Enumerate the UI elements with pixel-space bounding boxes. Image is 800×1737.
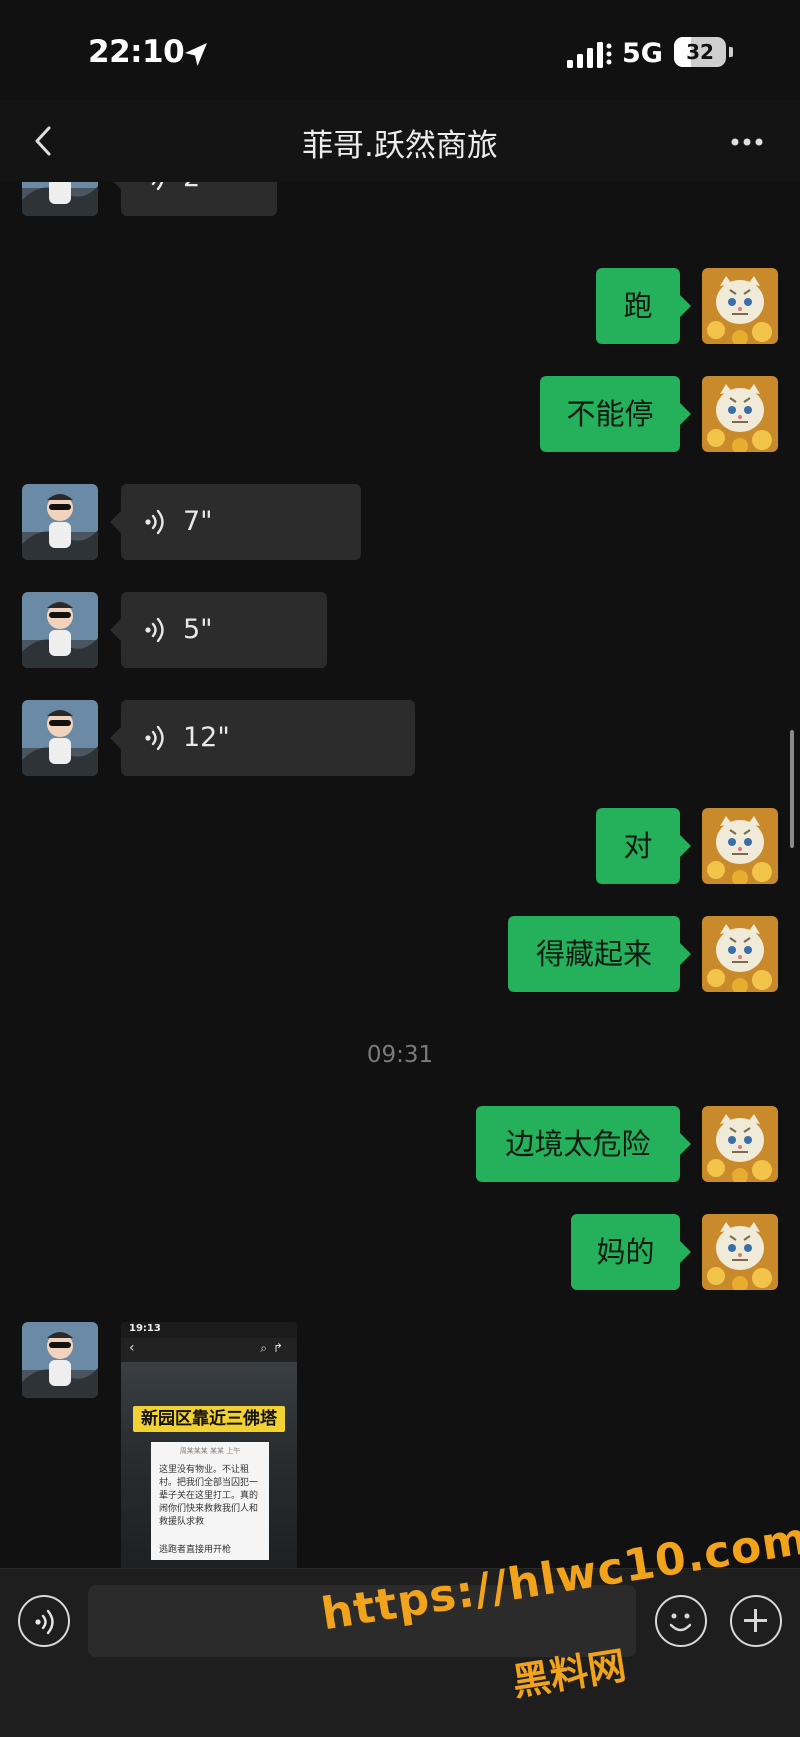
image-headline: 新园区靠近三佛塔 [133, 1406, 285, 1432]
more-options-button[interactable] [722, 120, 772, 164]
voice-icon [33, 1608, 59, 1636]
contact-avatar[interactable] [22, 484, 98, 560]
network-type: 5G [622, 38, 663, 69]
my-avatar[interactable] [702, 916, 778, 992]
image-nav-icons: ⌕↱ [260, 1341, 289, 1355]
message-list[interactable]: 2" 跑 不能停 7" 5" 12" 对 得藏起来 09:31 边境太危险 [0, 182, 800, 1568]
text-message[interactable]: 不能停 [540, 376, 691, 452]
contact-avatar[interactable] [22, 1322, 98, 1398]
battery-cap [729, 47, 733, 57]
contact-avatar[interactable] [22, 182, 98, 216]
voice-message[interactable]: 5" [110, 592, 327, 668]
location-arrow-icon [185, 43, 207, 66]
my-avatar[interactable] [702, 808, 778, 884]
message-text: 对 [623, 829, 653, 863]
status-bar: 22:10 5G 32 [0, 0, 800, 100]
voice-duration: 5" [183, 614, 213, 645]
text-message[interactable]: 妈的 [571, 1214, 691, 1290]
voice-wave-icon [143, 616, 169, 644]
image-card-footer: 逃跑者直接用开枪 [159, 1545, 232, 1555]
image-card-meta: 周某某某 某某 上午 [179, 1447, 241, 1455]
plus-button[interactable] [730, 1595, 782, 1647]
message-text: 不能停 [566, 397, 654, 431]
chat-title: 菲哥.跃然商旅 [302, 128, 498, 164]
message-text: 边境太危险 [505, 1127, 651, 1161]
scrollbar[interactable] [790, 730, 794, 848]
message-text: 得藏起来 [535, 937, 652, 971]
my-avatar[interactable] [702, 268, 778, 344]
text-message[interactable]: 边境太危险 [476, 1106, 691, 1182]
voice-wave-icon [143, 508, 169, 536]
voice-duration: 7" [183, 506, 213, 537]
my-avatar[interactable] [702, 376, 778, 452]
message-timestamp: 09:31 [366, 1042, 434, 1068]
image-card-body: 这里没有物业。不让租村。把我们全部当囚犯一辈子关在这里打工。真的闹你们快来救救我… [159, 1465, 259, 1527]
image-message[interactable]: 19:13 ‹ ⌕↱ 新园区靠近三佛塔 周某某某 某某 上午 这里没有物业。不让… [121, 1322, 297, 1568]
voice-duration: 12" [183, 722, 230, 753]
battery-icon: 32 [674, 37, 726, 67]
text-message[interactable]: 对 [596, 808, 691, 884]
image-card: 周某某某 某某 上午 这里没有物业。不让租村。把我们全部当囚犯一辈子关在这里打工… [151, 1442, 269, 1560]
text-message[interactable]: 跑 [596, 268, 691, 344]
voice-duration: 2" [183, 182, 213, 216]
image-status-bar: 19:13 [121, 1322, 297, 1338]
voice-wave-icon [143, 182, 169, 192]
message-text: 跑 [623, 289, 653, 323]
voice-input-button[interactable] [18, 1595, 70, 1647]
image-headline-text: 新园区靠近三佛塔 [141, 1409, 277, 1429]
text-message[interactable]: 得藏起来 [508, 916, 691, 992]
my-avatar[interactable] [702, 1214, 778, 1290]
emoji-button[interactable] [655, 1595, 707, 1647]
signal-icon [567, 42, 612, 68]
status-time: 22:10 [88, 34, 185, 70]
voice-wave-icon [143, 724, 169, 752]
voice-message[interactable]: 2" [110, 182, 277, 216]
message-text: 妈的 [596, 1235, 655, 1269]
image-nav-bar: ‹ ⌕↱ [121, 1338, 297, 1362]
image-status-time: 19:13 [129, 1323, 161, 1334]
voice-message[interactable]: 7" [110, 484, 361, 560]
contact-avatar[interactable] [22, 700, 98, 776]
my-avatar[interactable] [702, 1106, 778, 1182]
voice-message[interactable]: 12" [110, 700, 415, 776]
emoji-icon [669, 1613, 692, 1632]
back-button[interactable] [20, 116, 70, 166]
image-back-icon: ‹ [129, 1340, 135, 1356]
chat-header: 菲哥.跃然商旅 [0, 100, 800, 182]
contact-avatar[interactable] [22, 592, 98, 668]
battery-level: 32 [686, 40, 714, 64]
